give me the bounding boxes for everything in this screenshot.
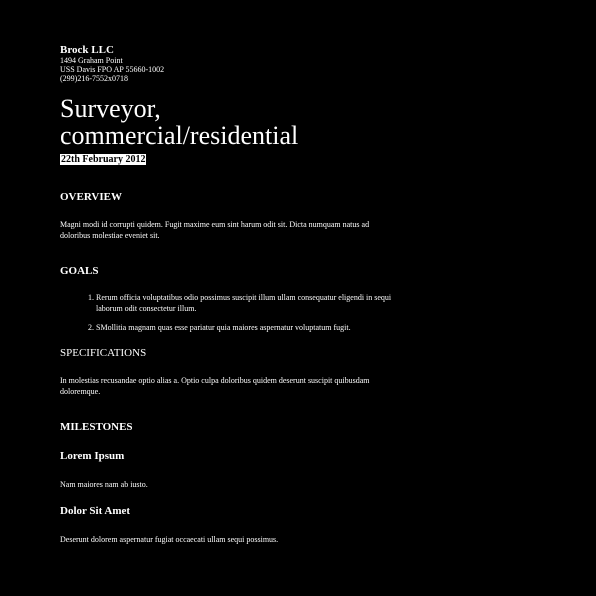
goal-item-2: SMollitia magnam quas esse pariatur quia… (96, 322, 412, 333)
overview-heading: OVERVIEW (60, 191, 122, 203)
company-name: Brock LLC (60, 44, 114, 56)
milestone-title-1: Lorem Ipsum (60, 450, 125, 462)
specifications-heading: SPECIFICATIONS (60, 347, 147, 359)
milestone-text-1: Nam maiores nam ab iusto. (60, 480, 148, 489)
milestones-heading: MILESTONES (60, 421, 133, 433)
overview-text: Magni modi id corrupti quidem. Fugit max… (60, 220, 370, 240)
document-page: Brock LLC 1494 Graham Point USS Davis FP… (60, 44, 420, 545)
address-city: USS Davis FPO AP 55660-1002 (60, 65, 165, 74)
goals-list: Rerum officia voluptatibus odio possimus… (60, 292, 412, 333)
milestone-text-2: Deserunt dolorem aspernatur fugiat occae… (60, 535, 279, 544)
address-street: 1494 Graham Point (60, 56, 123, 65)
goals-heading: GOALS (60, 265, 99, 277)
goal-item-1: Rerum officia voluptatibus odio possimus… (96, 292, 412, 314)
document-title: Surveyor, commercial/residential (60, 95, 420, 149)
specifications-text: In molestias recusandae optio alias a. O… (60, 376, 370, 396)
address-phone: (299)216-7552x0718 (60, 74, 128, 83)
milestone-title-2: Dolor Sit Amet (60, 505, 131, 517)
document-title-line-2: commercial/residential (60, 121, 299, 150)
document-title-line-1: Surveyor, (60, 94, 161, 123)
document-date: 22th February 2012 (60, 154, 147, 165)
